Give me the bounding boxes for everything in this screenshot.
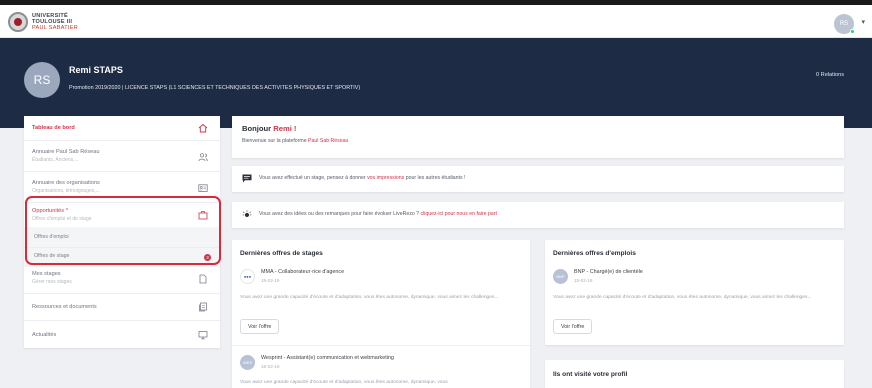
document-icon <box>199 274 207 284</box>
notice-text: Vous avez effectué un stage, pensez à do… <box>259 175 465 181</box>
sidebar-item-news[interactable]: Actualités <box>24 321 220 348</box>
chevron-down-icon[interactable]: ▾ <box>861 18 865 26</box>
view-offer-button[interactable]: Voir l'offre <box>240 319 280 334</box>
notice-card-internship: Vous avez effectué un stage, pensez à do… <box>232 166 844 192</box>
offer-title[interactable]: Wesprint - Assistant(e) communication et… <box>261 355 394 361</box>
offer-description: Vous avez une grande capacité d'écoute e… <box>553 295 812 300</box>
sidebar-item-opportunities[interactable]: Opportunités ^ Offres d'emploi et de sta… <box>24 203 220 227</box>
notification-badge: 3 <box>204 254 211 261</box>
divider <box>232 345 530 346</box>
sidebar-item-my-internships[interactable]: Mes stages Gérer mes stages <box>24 267 220 293</box>
impressions-link[interactable]: vos impressions <box>367 175 404 181</box>
online-status-dot <box>850 29 855 34</box>
sidebar-item-label: Opportunités ^ <box>32 208 69 214</box>
notice-prefix: Vous avez effectué un stage, pensez à do… <box>259 175 366 181</box>
notice-prefix: Vous avez des idées ou des remarques pou… <box>259 211 420 217</box>
welcome-card: Bonjour Remi ! Bienvenue sur la platefor… <box>232 116 844 158</box>
notice-suffix: pour les autres étudiants ! <box>405 175 466 181</box>
submenu-item-job-offers[interactable]: Offres d'emploi <box>34 234 69 240</box>
offer-date: 15-02-19 <box>261 364 280 369</box>
internship-offers-title: Dernières offres de stages <box>240 250 323 257</box>
greeting-text: Bonjour <box>242 124 272 133</box>
sidebar-item-label: Tableau de bord <box>32 125 75 131</box>
sidebar-item-label: Annuaire Paul Sab Réseau <box>32 149 100 155</box>
sidebar-item-resources[interactable]: Ressources et documents <box>24 294 220 320</box>
notice-text: Vous avez des idées ou des remarques pou… <box>259 211 497 217</box>
profile-avatar[interactable]: RS <box>24 62 60 98</box>
chat-icon <box>242 174 252 183</box>
sidebar-item-subtitle: Gérer mes stages <box>32 279 72 285</box>
welcome-prefix: Bienvenue sur la plateforme <box>242 138 307 144</box>
sidebar: Tableau de bord Annuaire Paul Sab Réseau… <box>24 116 220 348</box>
profile-visits-card: Ils ont visité votre profil <box>545 360 844 388</box>
greeting-name: Remi ! <box>273 124 297 133</box>
sidebar-item-label: Actualités <box>32 332 57 338</box>
files-icon <box>199 302 207 312</box>
profile-name[interactable]: Remi STAPS <box>69 65 123 75</box>
logo-text: UNIVERSITÉ TOULOUSE III PAUL SABATIER <box>32 13 78 31</box>
sidebar-item-organisations[interactable]: Annuaire des organisations Organisations… <box>24 172 220 202</box>
logo-line-3: PAUL SABATIER <box>32 25 78 31</box>
home-icon <box>198 123 208 133</box>
sidebar-item-label: Annuaire des organisations <box>32 180 100 186</box>
university-logo[interactable]: UNIVERSITÉ TOULOUSE III PAUL SABATIER <box>8 11 78 33</box>
offer-title[interactable]: MMA - Collaborateur·rice d'agence <box>261 269 344 275</box>
sidebar-item-subtitle: Offres d'emploi et de stage <box>32 216 92 222</box>
profile-banner: RS Remi STAPS Promotion 2019/2020 | LICE… <box>0 38 872 128</box>
relations-count[interactable]: 0 Relations <box>816 72 844 78</box>
internship-offers-card: Dernières offres de stages ●●● MMA - Col… <box>232 240 530 388</box>
lightbulb-icon <box>242 210 252 218</box>
job-offers-card: Dernières offres d'emplois BNP BNP - Cha… <box>545 240 844 345</box>
welcome-text: Bienvenue sur la plateforme Paul Sab Rés… <box>242 138 348 144</box>
id-card-icon <box>198 184 208 192</box>
company-logo: WES <box>240 355 255 370</box>
sidebar-item-label: Mes stages <box>32 271 61 277</box>
job-offers-title: Dernières offres d'emplois <box>553 250 636 257</box>
platform-link[interactable]: Paul Sab Réseau <box>308 138 348 144</box>
top-bar: UNIVERSITÉ TOULOUSE III PAUL SABATIER RS… <box>0 5 872 38</box>
sidebar-item-subtitle: Étudiants, Anciens,... <box>32 157 79 163</box>
offer-date: 15-02-19 <box>574 278 593 283</box>
company-logo: ●●● <box>240 269 255 284</box>
sidebar-item-dashboard[interactable]: Tableau de bord <box>24 116 220 140</box>
profile-promotion: Promotion 2019/2020 | LICENCE STAPS (L1 … <box>69 85 361 91</box>
offer-description: Vous avez une grande capacité d'écoute e… <box>240 295 499 300</box>
sidebar-item-label: Ressources et documents <box>32 304 97 310</box>
profile-visits-title: Ils ont visité votre profil <box>553 371 628 378</box>
offer-title[interactable]: BNP - Chargé(e) de clientèle <box>574 269 643 275</box>
view-offer-button[interactable]: Voir l'offre <box>553 319 593 334</box>
university-seal-icon <box>8 12 28 32</box>
briefcase-icon <box>198 211 208 220</box>
welcome-title: Bonjour Remi ! <box>242 124 296 133</box>
company-logo: BNP <box>553 269 568 284</box>
sidebar-item-subtitle: Organisations, témoignages,... <box>32 188 100 194</box>
divider <box>24 247 220 248</box>
monitor-icon <box>198 331 208 340</box>
sidebar-item-directory[interactable]: Annuaire Paul Sab Réseau Étudiants, Anci… <box>24 141 220 171</box>
notice-card-feedback: Vous avez des idées ou des remarques pou… <box>232 202 844 228</box>
offer-description: Vous avez une grande capacité d'écoute e… <box>240 380 448 385</box>
submenu-item-internship-offers[interactable]: Offres de stage <box>34 253 69 259</box>
offer-date: 15-02-19 <box>261 278 280 283</box>
users-icon <box>198 153 208 162</box>
feedback-link[interactable]: cliquez-ici pour nous en faire part <box>421 211 497 217</box>
